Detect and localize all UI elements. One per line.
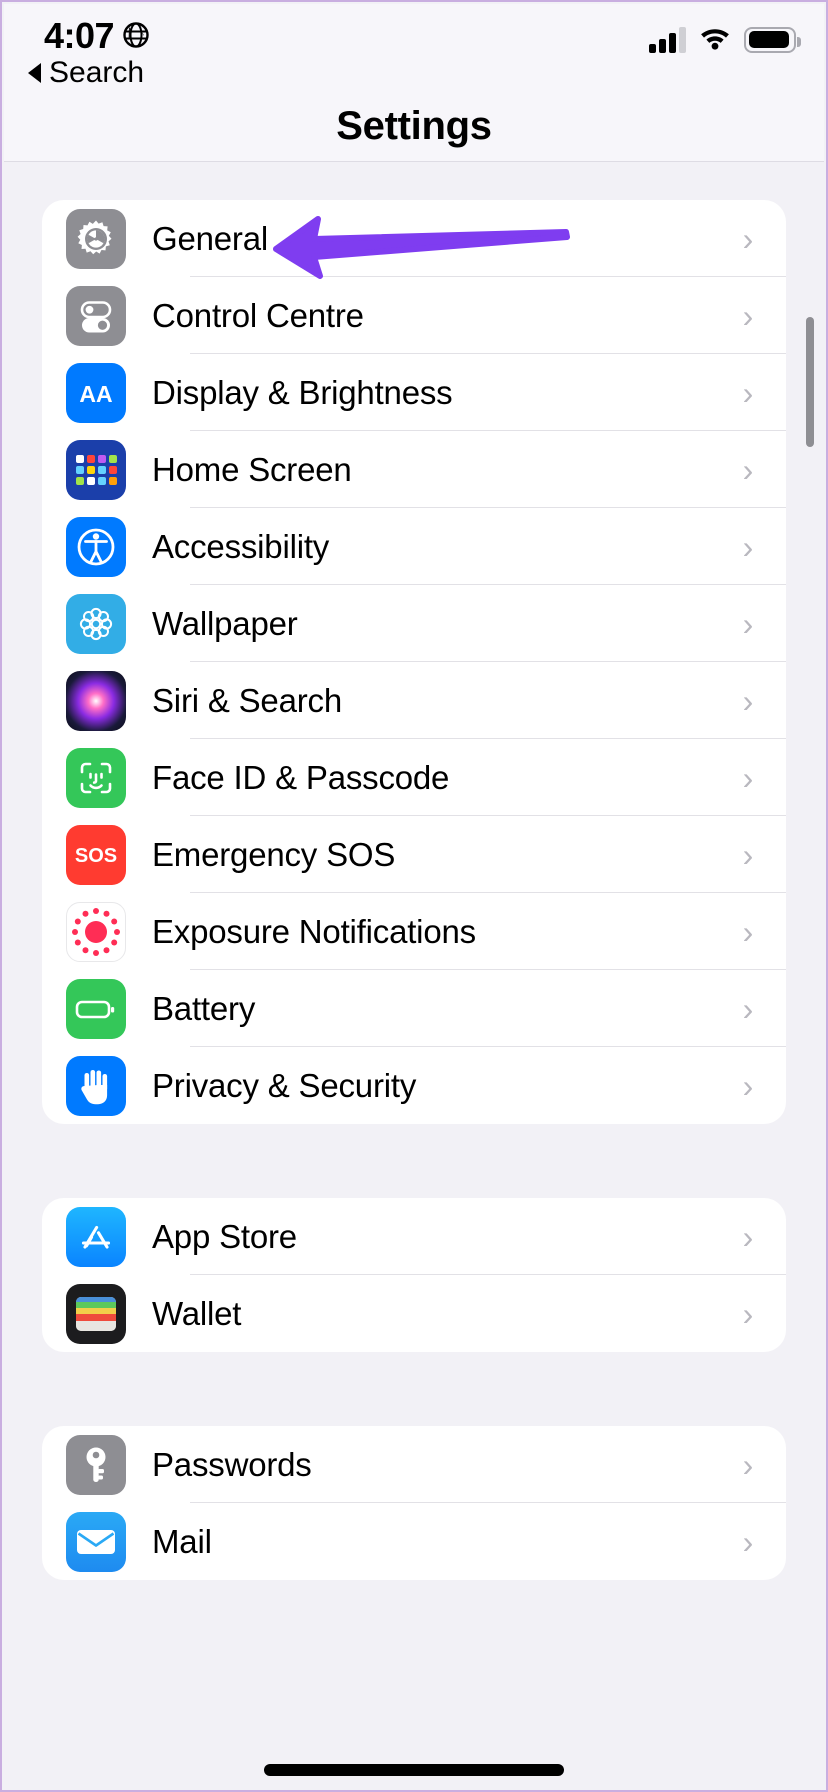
wallet-icon [66,1283,126,1344]
toggles-icon [66,285,126,346]
chevron-right-icon: › [742,1295,754,1332]
chevron-right-icon: › [742,682,754,719]
back-button[interactable]: Search [28,56,144,90]
settings-row-battery[interactable]: Battery › [42,970,786,1047]
chevron-right-icon: › [742,836,754,873]
home-indicator [264,1764,564,1776]
wallpaper-flower-icon [66,593,126,654]
home-screen-grid-icon [66,439,126,500]
settings-row-label: Wallet [152,1294,242,1332]
svg-text:AA: AA [79,381,112,407]
settings-row-siri-search[interactable]: Siri & Search › [42,662,786,739]
settings-row-label: App Store [152,1217,297,1255]
settings-row-label: General [152,219,269,257]
location-globe-icon [122,21,150,49]
chevron-right-icon: › [742,1218,754,1255]
chevron-right-icon: › [742,913,754,950]
chevron-right-icon: › [742,297,754,334]
svg-text:SOS: SOS [75,845,117,867]
chevron-right-icon: › [742,759,754,796]
accessibility-icon [66,516,126,577]
settings-row-accessibility[interactable]: Accessibility › [42,508,786,585]
settings-scroll-view[interactable]: General › Control Centre › AA Display & … [4,162,824,1788]
settings-row-emergency-sos[interactable]: SOS Emergency SOS › [42,816,786,893]
key-icon [66,1434,126,1495]
siri-orb-icon [66,670,126,731]
settings-group-store: App Store › Wallet › [42,1198,786,1352]
page-title: Settings [336,104,492,148]
settings-row-display-brightness[interactable]: AA Display & Brightness › [42,354,786,431]
settings-row-label: Control Centre [152,296,364,334]
chevron-right-icon: › [742,374,754,411]
settings-row-control-centre[interactable]: Control Centre › [42,277,786,354]
navigation-bar-area: 4:07 Search Settings [4,4,824,162]
status-icons [649,24,801,55]
back-chevron-icon [28,63,41,83]
settings-row-face-id-passcode[interactable]: Face ID & Passcode › [42,739,786,816]
mail-icon [66,1511,126,1572]
chevron-right-icon: › [742,1446,754,1483]
settings-row-app-store[interactable]: App Store › [42,1198,786,1275]
settings-row-label: Mail [152,1522,212,1560]
settings-row-label: Home Screen [152,450,352,488]
face-id-icon [66,747,126,808]
chevron-right-icon: › [742,1067,754,1104]
settings-row-label: Siri & Search [152,681,342,719]
settings-row-label: Privacy & Security [152,1066,417,1104]
chevron-right-icon: › [742,451,754,488]
battery-icon [744,26,801,53]
settings-row-label: Exposure Notifications [152,912,476,950]
wifi-icon [698,24,732,55]
chevron-right-icon: › [742,220,754,257]
settings-group-accounts: Passwords › Mail › [42,1426,786,1580]
settings-row-wallet[interactable]: Wallet › [42,1275,786,1352]
chevron-right-icon: › [742,605,754,642]
settings-row-label: Accessibility [152,527,330,565]
gear-icon [66,208,126,269]
settings-row-label: Display & Brightness [152,373,453,411]
settings-row-wallpaper[interactable]: Wallpaper › [42,585,786,662]
battery-app-icon [66,978,126,1039]
vertical-scrollbar[interactable] [806,317,814,447]
back-button-label: Search [49,56,145,89]
aa-text-size-icon: AA [66,362,126,423]
privacy-hand-icon [66,1055,126,1116]
settings-row-label: Battery [152,989,256,1027]
settings-row-label: Face ID & Passcode [152,758,450,796]
settings-row-privacy-security[interactable]: Privacy & Security › [42,1047,786,1124]
exposure-dots-icon [66,901,126,962]
settings-group-system: General › Control Centre › AA Display & … [42,200,786,1124]
settings-row-label: Passwords [152,1445,312,1483]
chevron-right-icon: › [742,528,754,565]
settings-row-passwords[interactable]: Passwords › [42,1426,786,1503]
settings-row-home-screen[interactable]: Home Screen › [42,431,786,508]
chevron-right-icon: › [742,990,754,1027]
status-time: 4:07 [44,15,115,56]
settings-row-label: Wallpaper [152,604,298,642]
chevron-right-icon: › [742,1523,754,1560]
settings-row-label: Emergency SOS [152,835,396,873]
settings-row-mail[interactable]: Mail › [42,1503,786,1580]
cellular-signal-icon [649,26,686,53]
settings-row-exposure-notifications[interactable]: Exposure Notifications › [42,893,786,970]
app-store-icon [66,1206,126,1267]
iphone-settings-screen: 4:07 Search Settings General › Control C… [0,0,828,1792]
settings-row-general[interactable]: General › [42,200,786,277]
sos-icon: SOS [66,824,126,885]
